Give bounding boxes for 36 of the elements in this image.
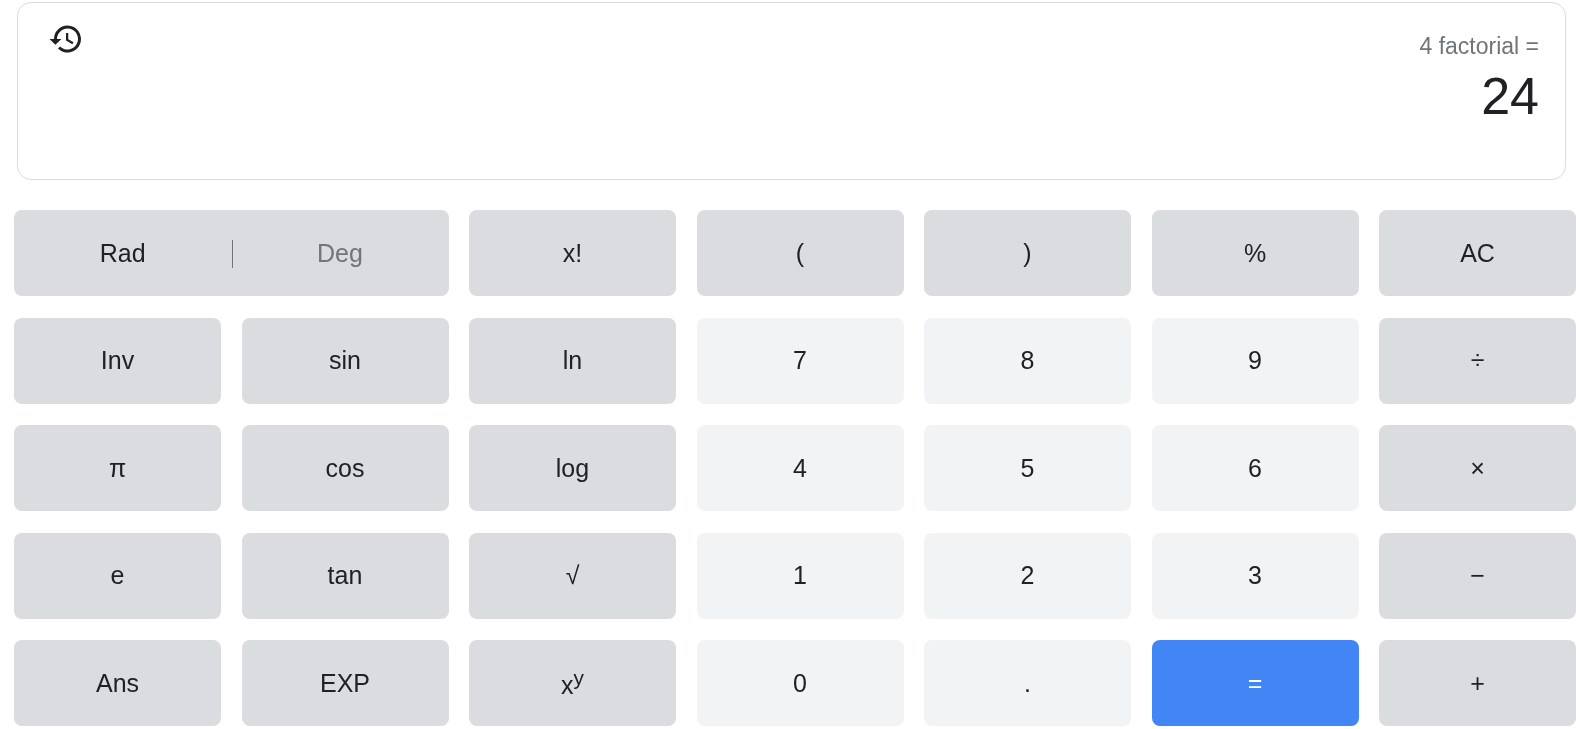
calculator-key[interactable]: x$^{y}$ bbox=[469, 640, 676, 726]
calculator-key[interactable]: ( bbox=[696, 210, 904, 296]
calculator-key[interactable]: = bbox=[1151, 640, 1359, 726]
calculator-key[interactable]: AC bbox=[1379, 210, 1576, 296]
calculator-key[interactable]: 5 bbox=[924, 425, 1131, 511]
calculator-key[interactable]: e bbox=[14, 532, 221, 619]
calculator-key[interactable]: 4 bbox=[696, 425, 904, 511]
calculator-key[interactable]: × bbox=[1379, 425, 1576, 511]
calculator-key[interactable]: EXP bbox=[241, 640, 449, 726]
calculator-key[interactable]: tan bbox=[241, 532, 449, 619]
calculator-key[interactable]: . bbox=[924, 640, 1131, 726]
calculator-key[interactable]: 2 bbox=[924, 532, 1131, 619]
angle-mode-option[interactable]: Rad bbox=[14, 210, 232, 296]
calculator-key[interactable]: 7 bbox=[696, 317, 904, 404]
calculator-key[interactable]: 8 bbox=[924, 317, 1131, 404]
calculator-key[interactable]: Ans bbox=[14, 640, 221, 726]
calculator-key[interactable]: ln bbox=[469, 317, 676, 404]
calculator-key[interactable]: − bbox=[1379, 532, 1576, 619]
calculator-key[interactable]: 1 bbox=[696, 532, 904, 619]
calculator-key[interactable]: 6 bbox=[1151, 425, 1359, 511]
calculator-key[interactable]: sin bbox=[241, 317, 449, 404]
calculator-key[interactable]: % bbox=[1151, 210, 1359, 296]
calculator-key[interactable]: + bbox=[1379, 640, 1576, 726]
calculator-key[interactable]: ÷ bbox=[1379, 317, 1576, 404]
calculator-key[interactable]: 3 bbox=[1151, 532, 1359, 619]
calculator-key[interactable]: Inv bbox=[14, 317, 221, 404]
calculator-key[interactable]: 0 bbox=[696, 640, 904, 726]
expression-text: 4 factorial = bbox=[1419, 33, 1539, 60]
calculator-key[interactable]: log bbox=[469, 425, 676, 511]
result-text: 24 bbox=[1481, 66, 1539, 126]
calculator-key[interactable]: ) bbox=[924, 210, 1131, 296]
calculator-key[interactable]: √ bbox=[469, 532, 676, 619]
calculator-key[interactable]: cos bbox=[241, 425, 449, 511]
calculator-key[interactable]: x! bbox=[469, 210, 676, 296]
calculator-key[interactable]: π bbox=[14, 425, 221, 511]
calculator-key[interactable]: 9 bbox=[1151, 317, 1359, 404]
